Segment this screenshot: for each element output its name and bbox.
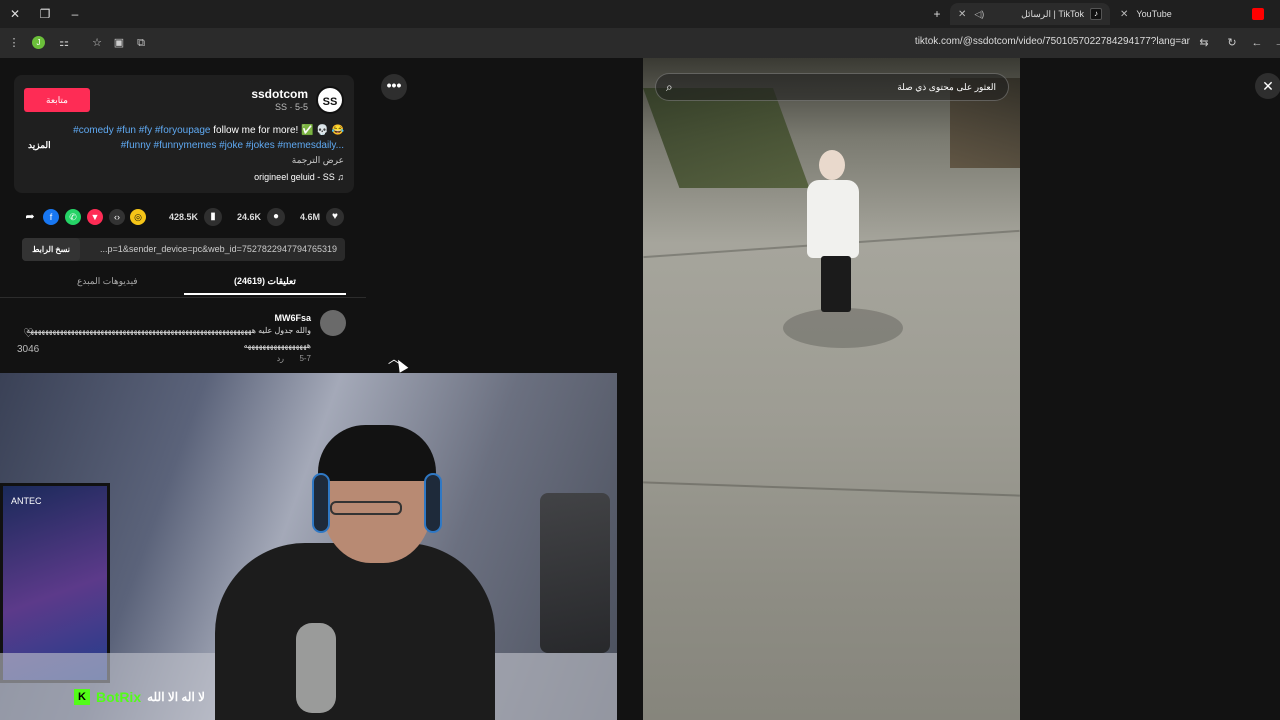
url-field[interactable]: tiktok.com/@ssdotcom/video/7501057022784…	[915, 36, 1190, 47]
comment-icon[interactable]: ●	[267, 208, 285, 226]
commenter-name[interactable]: MW6Fsa	[274, 313, 311, 323]
action-bar: ➦ f ✆ ▼ ‹› ◎ 428.5K ▮ 24.6K ● 4.6M ♥	[14, 206, 354, 228]
comment-item: MW6Fsa والله جدول عليه ههههههههههههههههه…	[14, 310, 354, 370]
video-child-head	[819, 150, 845, 180]
emoji-strip: ✅ 💀 😂	[301, 125, 344, 136]
tiktok-icon: ♪	[1090, 8, 1102, 20]
comment-text-line2: هههههههههههههههههه	[243, 341, 311, 350]
post-description-line1: #comedy #fun #fy #foryoupage follow me f…	[73, 125, 344, 136]
back-icon[interactable]: ←	[1249, 35, 1265, 51]
webcam-overlay: ANTEC K BotRix لا اله الا الله	[0, 373, 617, 720]
extension-j-icon[interactable]: J	[32, 36, 45, 49]
comment-like-count: 3046	[17, 344, 40, 355]
cast-icon[interactable]: ▣	[111, 35, 127, 51]
follow-button[interactable]: متابعة	[24, 88, 90, 112]
facebook-icon[interactable]: f	[43, 209, 59, 225]
streamer-microphone	[296, 623, 336, 713]
video-child-body	[807, 180, 859, 258]
streamer-cap	[318, 425, 436, 481]
details-panel: متابعة SS ssdotcom SS · 5-5 #comedy #fun…	[0, 58, 366, 373]
webcam-shelf-decor	[540, 493, 610, 653]
extensions-icon[interactable]: ⚏	[56, 35, 72, 51]
tab-comments[interactable]: تعليقات (24619)	[234, 276, 296, 287]
headset-left	[312, 473, 330, 533]
site-settings-icon[interactable]: ⇆	[1196, 35, 1212, 51]
related-search-placeholder: العثور على محتوى ذي صلة	[897, 82, 996, 92]
streamer-glasses	[330, 501, 402, 515]
share-arrow-icon[interactable]: ➦	[22, 209, 38, 225]
close-tab-icon[interactable]: ✕	[1120, 9, 1128, 20]
tab-youtube[interactable]: ✕ YouTube	[1112, 3, 1272, 25]
minimize-window-icon[interactable]: –	[66, 5, 84, 23]
video-scene-grass	[643, 88, 810, 188]
send-icon[interactable]: ▼	[87, 209, 103, 225]
stream-caption: لا اله الا الله	[147, 690, 205, 704]
coin-icon[interactable]: ◎	[130, 209, 146, 225]
bookmark-star-icon[interactable]: ☆	[89, 35, 105, 51]
stream-bot-badge: K BotRix لا اله الا الله	[74, 687, 205, 707]
restore-window-icon[interactable]: ❐	[36, 5, 54, 23]
close-video-icon[interactable]: ✕	[1255, 73, 1280, 99]
tab-youtube-label: YouTube	[1136, 9, 1172, 19]
tab-creator-videos[interactable]: فيديوهات المبدع	[77, 276, 138, 287]
menu-kebab-icon[interactable]: ⋮	[6, 35, 22, 51]
video-player[interactable]: ⌕ العثور على محتوى ذي صلة	[643, 58, 1020, 720]
tab-tiktok[interactable]: ✕ ◁) الرسائل | TikTok ♪	[950, 3, 1110, 25]
comment-text-line1: والله جدول عليه هههههههههههههههههههههههه…	[26, 326, 311, 335]
youtube-icon	[1252, 8, 1264, 20]
commenter-avatar[interactable]	[320, 310, 346, 336]
close-tab-icon[interactable]: ✕	[958, 9, 966, 20]
pc-brand-logo: ANTEC	[11, 496, 42, 506]
author-name[interactable]: ssdotcom	[251, 87, 308, 101]
streamer-hoodie	[215, 543, 495, 720]
address-bar: ⋮ J ⚏ ☆ ▣ ⧉ tiktok.com/@ssdotcom/video/7…	[0, 28, 1280, 58]
sound-link[interactable]: origineel geluid - SS ♫	[254, 172, 344, 182]
bot-name: BotRix	[96, 689, 142, 705]
browser-tab-bar: ✕ ❐ – + ✕ ◁) الرسائل | TikTok ♪ ✕ YouTub…	[0, 0, 1280, 28]
reply-button[interactable]: رد	[277, 354, 284, 363]
share-link-box: نسخ الرابط ...p=1&sender_device=pc&web_i…	[22, 238, 345, 261]
description-hashtags[interactable]: #comedy #fun #fy #foryoupage	[73, 125, 210, 136]
related-search-box[interactable]: ⌕ العثور على محتوى ذي صلة	[655, 73, 1009, 101]
forward-icon[interactable]: →	[1272, 35, 1280, 51]
whatsapp-icon[interactable]: ✆	[65, 209, 81, 225]
post-info-card: متابعة SS ssdotcom SS · 5-5 #comedy #fun…	[14, 75, 354, 193]
description-text: follow me for more!	[213, 125, 302, 136]
kick-logo-icon: K	[74, 689, 90, 705]
saves-count: 428.5K	[169, 212, 199, 222]
share-link-text[interactable]: ...p=1&sender_device=pc&web_id=752782294…	[100, 244, 337, 254]
comments-count: 24.6K	[237, 212, 262, 222]
new-tab-icon[interactable]: +	[928, 5, 946, 23]
more-link[interactable]: المزيد	[28, 140, 51, 151]
panel-tabs: فيديوهات المبدع تعليقات (24619)	[14, 270, 354, 296]
see-translation-link[interactable]: عرض الترجمة	[292, 155, 344, 166]
copy-link-button[interactable]: نسخ الرابط	[22, 238, 80, 261]
video-child-shadow	[783, 308, 903, 348]
tab-tiktok-label: الرسائل | TikTok	[1021, 8, 1084, 19]
author-subtitle: SS · 5-5	[274, 102, 308, 112]
more-options-button[interactable]: •••	[381, 74, 407, 100]
active-tab-indicator	[184, 293, 346, 295]
author-avatar[interactable]: SS	[316, 86, 344, 114]
likes-count: 4.6M	[300, 212, 321, 222]
mouse-cursor-icon	[393, 357, 409, 373]
video-child-legs	[821, 256, 851, 312]
post-description-line2[interactable]: #funny #funnymemes #joke #jokes #memesda…	[121, 140, 344, 151]
sound-name: origineel geluid - SS	[254, 172, 335, 182]
embed-icon[interactable]: ‹›	[109, 209, 125, 225]
heart-icon[interactable]: ♥	[326, 208, 344, 226]
share-page-icon[interactable]: ⧉	[133, 35, 149, 51]
comment-date: 5-7	[299, 354, 311, 363]
music-note-icon: ♫	[337, 172, 344, 182]
video-pavement-line	[643, 481, 1020, 497]
bookmark-icon[interactable]: ▮	[204, 208, 222, 226]
search-icon[interactable]: ⌕	[666, 80, 673, 95]
close-window-icon[interactable]: ✕	[6, 5, 24, 23]
comment-like-icon[interactable]: ♡	[23, 326, 34, 340]
panel-divider	[0, 297, 366, 298]
audio-icon: ◁)	[974, 8, 985, 19]
reload-icon[interactable]: ↻	[1224, 35, 1240, 51]
headset-right	[424, 473, 442, 533]
